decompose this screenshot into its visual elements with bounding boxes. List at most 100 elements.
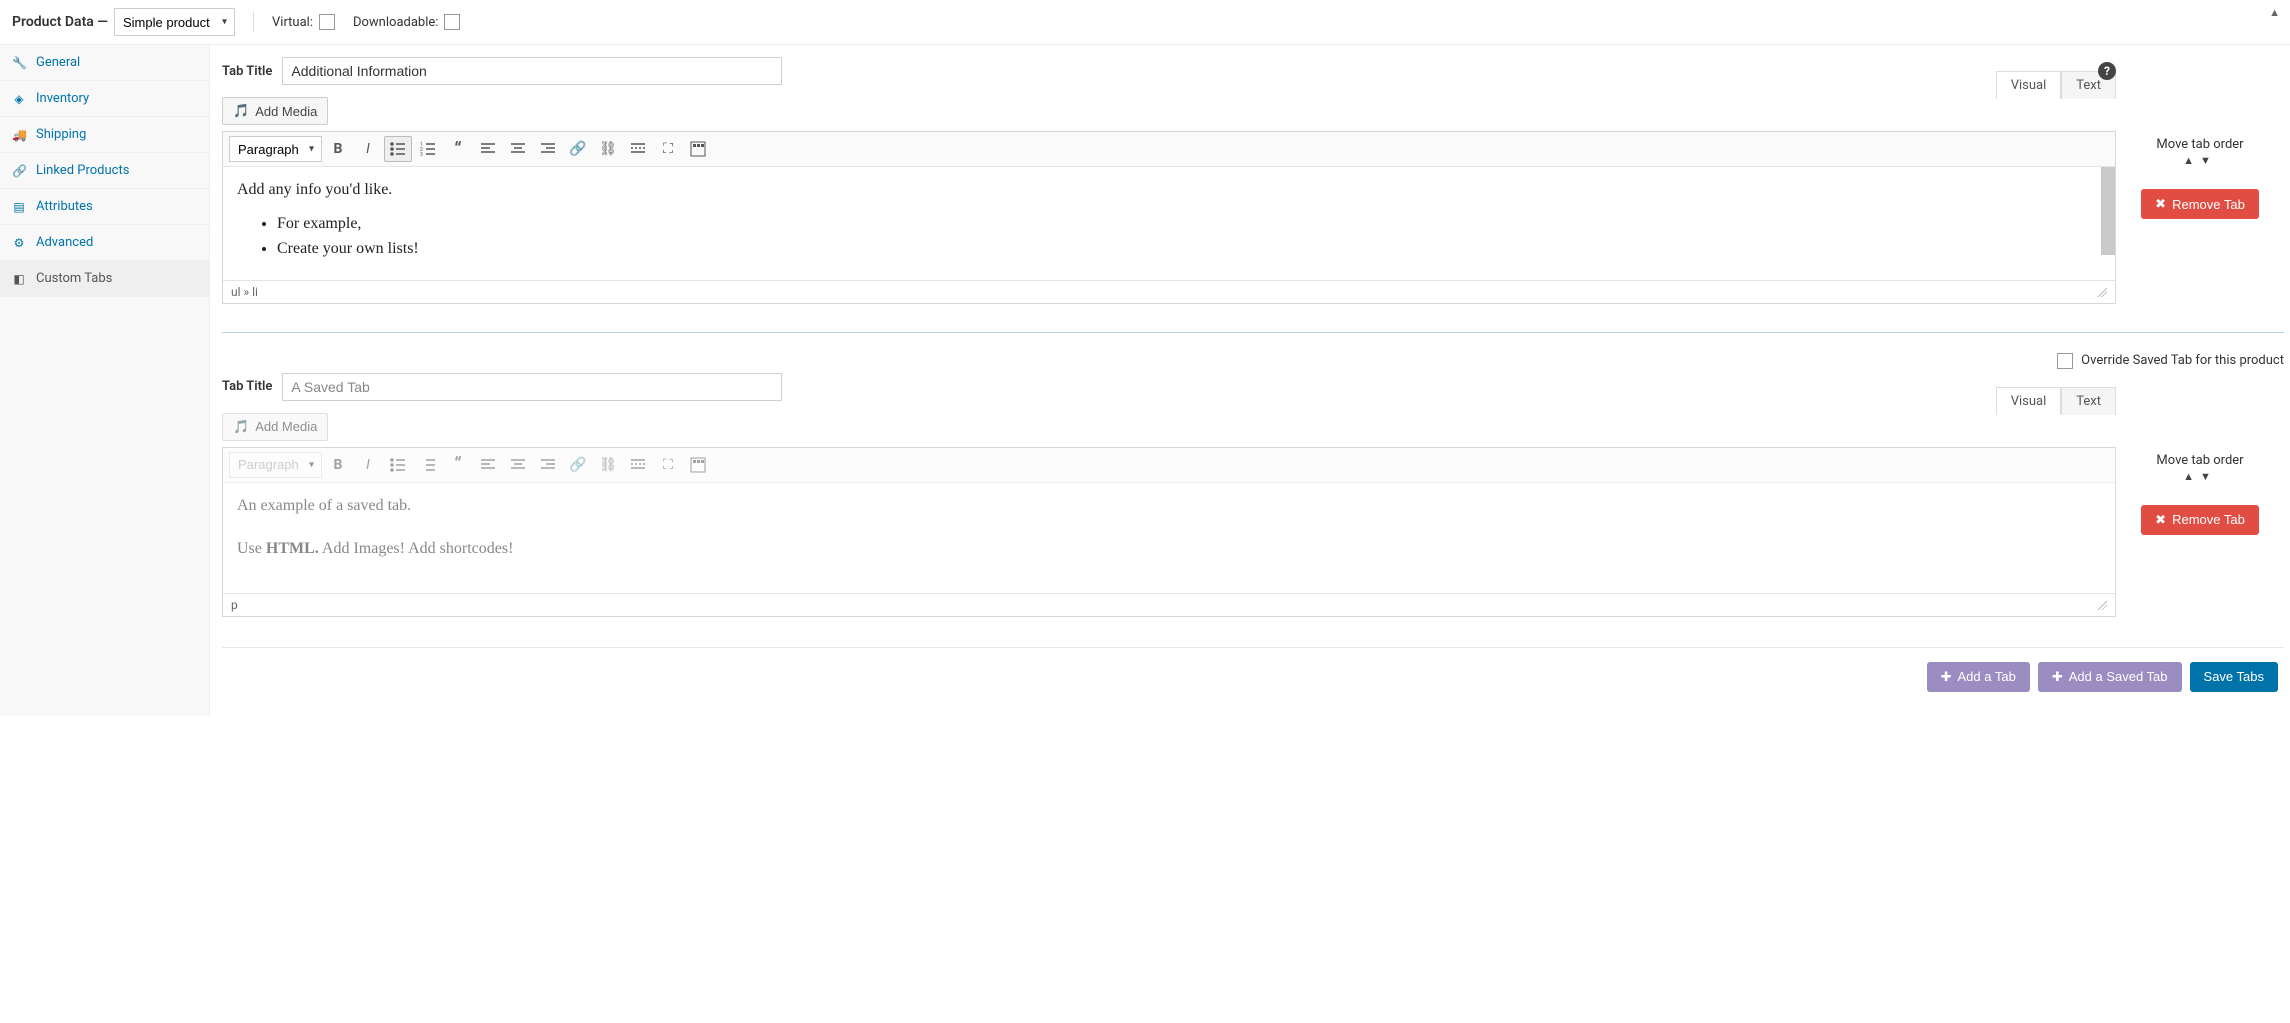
truck-icon: 🚚 bbox=[12, 128, 26, 142]
sidebar-item-attributes[interactable]: ▤ Attributes bbox=[0, 189, 209, 225]
sidebar-item-label: Inventory bbox=[36, 91, 89, 106]
sidebar-item-custom-tabs[interactable]: ◧ Custom Tabs bbox=[0, 261, 209, 297]
tab-title-input[interactable] bbox=[282, 57, 782, 85]
remove-link-button: ⛓ bbox=[594, 452, 622, 478]
move-tab-down-button[interactable]: ▼ bbox=[2200, 470, 2217, 483]
editor-toolbar: Paragraph B I 123 “ bbox=[223, 132, 2115, 167]
editor-content[interactable]: Add any info you'd like. For example, Cr… bbox=[223, 167, 2115, 280]
bullet-list-button bbox=[384, 452, 412, 478]
content-list-item: Create your own lists! bbox=[277, 236, 2101, 262]
tab-title-label: Tab Title bbox=[222, 379, 272, 394]
sidebar-item-advanced[interactable]: ⚙ Advanced bbox=[0, 225, 209, 261]
italic-button: I bbox=[354, 452, 382, 478]
insert-link-button[interactable]: 🔗 bbox=[564, 136, 592, 162]
wysiwyg-editor: Paragraph B I “ 🔗 ⛓ ⛶ bbox=[222, 447, 2116, 617]
sidebar-item-label: Attributes bbox=[36, 199, 93, 214]
remove-tab-button[interactable]: ✖ Remove Tab bbox=[2141, 189, 2259, 219]
italic-button[interactable]: I bbox=[354, 136, 382, 162]
editor-content: An example of a saved tab. Use HTML. Add… bbox=[223, 483, 2115, 593]
sidebar-item-label: Custom Tabs bbox=[36, 271, 112, 286]
add-saved-tab-button[interactable]: ✚ Add a Saved Tab bbox=[2038, 662, 2182, 692]
sidebar-item-label: Advanced bbox=[36, 235, 93, 250]
plus-icon: ✚ bbox=[2052, 669, 2063, 685]
insert-more-button[interactable] bbox=[624, 136, 652, 162]
sidebar-item-linked-products[interactable]: 🔗 Linked Products bbox=[0, 153, 209, 189]
add-media-button[interactable]: 🎵 Add Media bbox=[222, 97, 328, 125]
tab-title-input bbox=[282, 373, 782, 401]
editor-path: p bbox=[231, 598, 238, 612]
insert-link-button: 🔗 bbox=[564, 452, 592, 478]
toolbar-toggle-button bbox=[684, 452, 712, 478]
add-tab-button[interactable]: ✚ Add a Tab bbox=[1927, 662, 2030, 692]
media-icon: 🎵 bbox=[233, 419, 249, 435]
resize-grip-icon[interactable] bbox=[2095, 285, 2107, 297]
custom-tab-block-1: Tab Title ? 🎵 Add Media VisualText bbox=[222, 57, 2284, 304]
fullscreen-button: ⛶ bbox=[654, 452, 682, 478]
align-right-button[interactable] bbox=[534, 136, 562, 162]
sidebar-item-label: General bbox=[36, 55, 80, 70]
custom-tabs-panel: Tab Title ? 🎵 Add Media VisualText bbox=[210, 45, 2290, 716]
editor-tab-text[interactable]: Text bbox=[2061, 387, 2116, 415]
editor-tab-visual[interactable]: Visual bbox=[1996, 387, 2062, 415]
x-icon: ✖ bbox=[2155, 196, 2166, 212]
align-center-button[interactable] bbox=[504, 136, 532, 162]
product-data-header: Product Data — Simple product Virtual: D… bbox=[0, 0, 2290, 45]
media-icon: 🎵 bbox=[233, 103, 249, 119]
code-icon: ◧ bbox=[12, 272, 26, 286]
sidebar-item-general[interactable]: 🔧 General bbox=[0, 45, 209, 81]
wysiwyg-editor: Paragraph B I 123 “ bbox=[222, 131, 2116, 304]
downloadable-checkbox[interactable] bbox=[444, 14, 460, 30]
align-left-button bbox=[474, 452, 502, 478]
virtual-checkbox[interactable] bbox=[319, 14, 335, 30]
editor-toolbar: Paragraph B I “ 🔗 ⛓ ⛶ bbox=[223, 448, 2115, 483]
footer-actions: ✚ Add a Tab ✚ Add a Saved Tab Save Tabs bbox=[222, 662, 2284, 704]
sidebar-item-label: Shipping bbox=[36, 127, 86, 142]
panel-title: Product Data — bbox=[12, 14, 108, 30]
content-text: An example of a saved tab. bbox=[237, 493, 2101, 519]
move-tab-up-button[interactable]: ▲ bbox=[2183, 470, 2200, 483]
sidebar-item-label: Linked Products bbox=[36, 163, 129, 178]
move-tab-order-label: Move tab order bbox=[2156, 453, 2243, 468]
sidebar-item-shipping[interactable]: 🚚 Shipping bbox=[0, 117, 209, 153]
align-center-button bbox=[504, 452, 532, 478]
fullscreen-button[interactable]: ⛶ bbox=[654, 136, 682, 162]
move-tab-down-button[interactable]: ▼ bbox=[2200, 154, 2217, 167]
bold-button[interactable]: B bbox=[324, 136, 352, 162]
save-tabs-button[interactable]: Save Tabs bbox=[2190, 662, 2278, 692]
sidebar-item-inventory[interactable]: ◈ Inventory bbox=[0, 81, 209, 117]
tab-divider bbox=[222, 332, 2284, 333]
blockquote-button: “ bbox=[444, 452, 472, 478]
product-type-select[interactable]: Simple product bbox=[114, 8, 235, 36]
align-left-button[interactable] bbox=[474, 136, 502, 162]
footer-divider bbox=[222, 647, 2284, 648]
move-tab-order-label: Move tab order bbox=[2156, 137, 2243, 152]
numbered-list-button[interactable]: 123 bbox=[414, 136, 442, 162]
align-right-button bbox=[534, 452, 562, 478]
editor-path: ul » li bbox=[231, 285, 258, 299]
insert-more-button bbox=[624, 452, 652, 478]
editor-tab-visual[interactable]: Visual bbox=[1996, 71, 2062, 99]
blockquote-button[interactable]: “ bbox=[444, 136, 472, 162]
help-icon[interactable]: ? bbox=[2098, 62, 2116, 80]
resize-grip-icon[interactable] bbox=[2095, 598, 2107, 610]
virtual-label: Virtual: bbox=[272, 15, 313, 30]
tab-title-label: Tab Title bbox=[222, 64, 272, 79]
content-list-item: For example, bbox=[277, 211, 2101, 237]
product-data-sidebar: 🔧 General ◈ Inventory 🚚 Shipping 🔗 Linke… bbox=[0, 45, 210, 716]
toolbar-toggle-button[interactable] bbox=[684, 136, 712, 162]
scrollbar-thumb[interactable] bbox=[2101, 167, 2115, 255]
bullet-list-button[interactable] bbox=[384, 136, 412, 162]
numbered-list-button bbox=[414, 452, 442, 478]
link-icon: 🔗 bbox=[12, 164, 26, 178]
content-text: Add any info you'd like. bbox=[237, 177, 2101, 203]
remove-tab-button[interactable]: ✖ Remove Tab bbox=[2141, 505, 2259, 535]
override-saved-tab-label: Override Saved Tab for this product bbox=[2081, 353, 2284, 368]
override-saved-tab-checkbox[interactable] bbox=[2057, 353, 2073, 369]
move-tab-up-button[interactable]: ▲ bbox=[2183, 154, 2200, 167]
remove-link-button[interactable]: ⛓ bbox=[594, 136, 622, 162]
bold-button: B bbox=[324, 452, 352, 478]
add-media-button: 🎵 Add Media bbox=[222, 413, 328, 441]
format-select[interactable]: Paragraph bbox=[229, 136, 322, 162]
format-select: Paragraph bbox=[229, 452, 322, 478]
panel-collapse-caret[interactable]: ▲ bbox=[2269, 6, 2280, 19]
